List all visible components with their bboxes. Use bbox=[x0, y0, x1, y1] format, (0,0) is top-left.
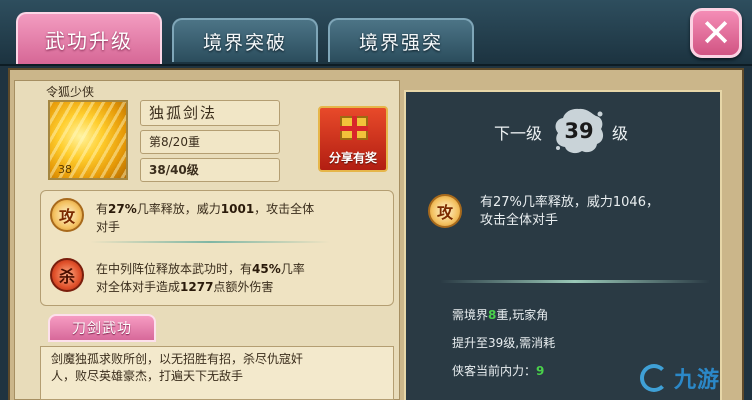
skill-description: 剑魔独孤求败所创，以无招胜有招，杀尽仇寇奸 人，败尽英雄豪杰，打遍天下无敌手 bbox=[40, 346, 394, 400]
attack-effect-text: 有27%几率释放，威力1001，攻击全体 对手 bbox=[96, 202, 315, 234]
skill-icon[interactable]: 38 bbox=[48, 100, 128, 180]
tab-realm-breakthrough[interactable]: 境界突破 bbox=[172, 18, 318, 62]
next-level-prefix: 下一级 bbox=[494, 124, 543, 143]
effects-divider bbox=[90, 241, 330, 243]
jiuyou-logo-icon bbox=[640, 364, 668, 392]
tab-skill-upgrade[interactable]: 武功升级 bbox=[16, 12, 162, 64]
watermark-logo: 九游 bbox=[640, 358, 750, 398]
attack-badge-icon: 攻 bbox=[50, 198, 84, 232]
next-level-suffix: 级 bbox=[612, 124, 629, 143]
skill-level: 38/40级 bbox=[140, 158, 280, 182]
skill-icon-level: 38 bbox=[58, 163, 72, 176]
ink-splat-icon: 39 bbox=[552, 106, 606, 156]
kill-badge-icon: 杀 bbox=[50, 258, 84, 292]
tab-label: 境界突破 bbox=[202, 31, 287, 54]
tab-label: 武功升级 bbox=[45, 28, 133, 53]
close-icon: ✕ bbox=[700, 11, 732, 55]
skill-name: 独孤剑法 bbox=[140, 100, 280, 126]
requirement-realm: 需境界8重,玩家角 bbox=[452, 308, 549, 322]
share-reward-label: 分享有奖 bbox=[328, 151, 377, 165]
skill-tier: 第8/20重 bbox=[140, 130, 280, 154]
watermark-text: 九游 bbox=[674, 368, 721, 393]
next-level-value: 39 bbox=[564, 119, 594, 143]
share-reward-button[interactable]: 分享有奖 bbox=[318, 106, 388, 172]
current-inner-power: 侠客当前内力：9 bbox=[452, 364, 545, 378]
requirement-cost: 提升至39级,需消耗 bbox=[452, 336, 556, 350]
tab-realm-force-breakthrough[interactable]: 境界强突 bbox=[328, 18, 474, 62]
section-tab-weapon-skill[interactable]: 刀剑武功 bbox=[48, 314, 156, 342]
tab-label: 境界强突 bbox=[358, 31, 443, 54]
kill-effect-text: 在中列阵位释放本武功时，有45%几率 对全体对手造成1277点额外伤害 bbox=[96, 262, 305, 294]
next-level-divider bbox=[440, 280, 710, 283]
close-button[interactable]: ✕ bbox=[690, 8, 742, 58]
hero-name: 令狐少侠 bbox=[46, 85, 95, 99]
next-attack-badge-icon: 攻 bbox=[428, 194, 462, 228]
next-level-effect: 有27%几率释放，威力1046， 攻击全体对手 bbox=[480, 195, 659, 228]
gift-box-icon bbox=[340, 116, 368, 140]
